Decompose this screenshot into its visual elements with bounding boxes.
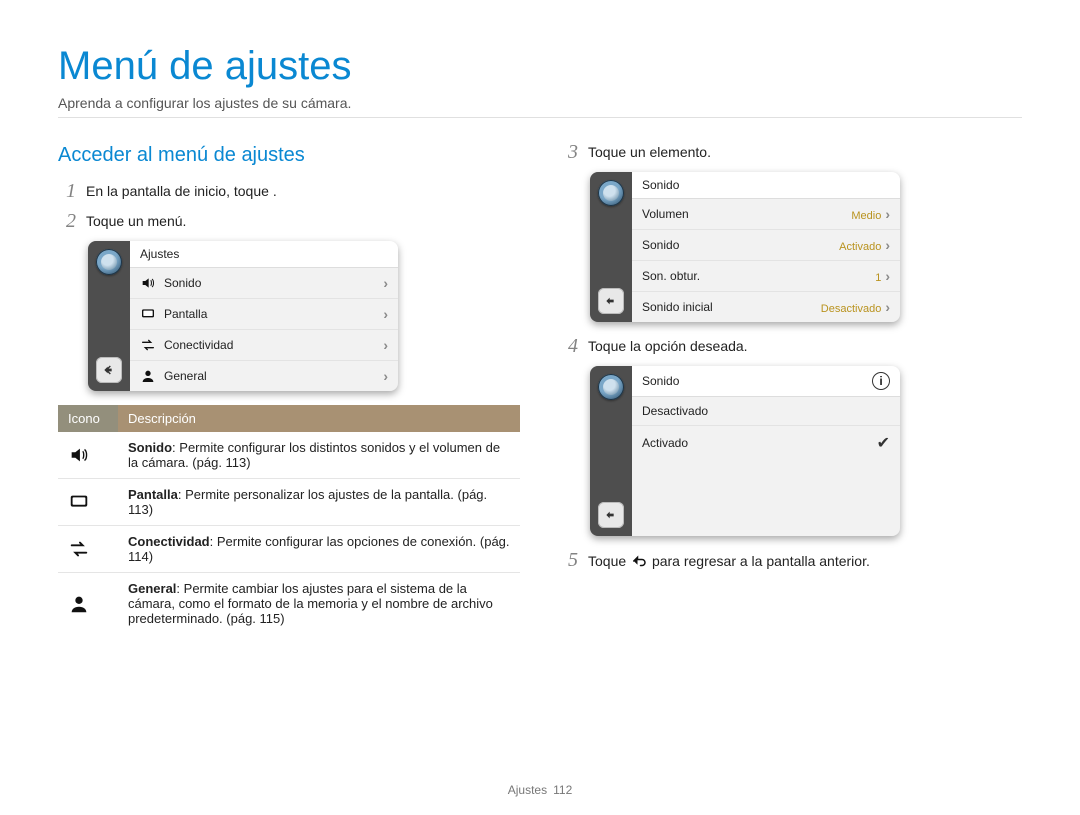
chevron-right-icon: › [885,206,890,222]
person-icon [58,573,118,635]
return-icon [630,552,648,573]
step-1-text: En la pantalla de inicio, toque [86,183,273,199]
gear-icon [96,249,122,275]
step-number: 5 [560,550,578,570]
menu-label: Volumen [642,207,689,221]
step-number: 1 [58,181,76,201]
screen-icon [58,479,118,526]
step-number: 2 [58,211,76,231]
menu-row-volumen[interactable]: Volumen Medio› [632,199,900,230]
table-desc: Sonido: Permite configurar los distintos… [118,432,520,479]
page-title: Menú de ajustes [58,44,1022,89]
chevron-right-icon: › [383,275,388,291]
option-desactivado[interactable]: Desactivado [632,397,900,426]
step-3: 3 Toque un elemento. [560,142,1022,162]
chevron-right-icon: › [383,306,388,322]
sound-icon [58,432,118,479]
table-desc: Conectividad: Permite configurar las opc… [118,526,520,573]
table-desc: General: Permite cambiar los ajustes par… [118,573,520,635]
chevron-right-icon: › [885,299,890,315]
option-activado[interactable]: Activado ✔ [632,426,900,460]
screen-header: Sonido [642,374,679,388]
person-icon [140,368,156,384]
menu-label: General [164,369,207,383]
table-row: Sonido: Permite configurar los distintos… [58,432,520,479]
step-5-before: Toque [588,553,630,569]
table-header-icono: Icono [58,405,118,432]
chevron-right-icon: › [885,237,890,253]
step-4-text: Toque la opción deseada. [588,336,748,354]
step-4: 4 Toque la opción deseada. [560,336,1022,356]
step-5-after: para regresar a la pantalla anterior. [652,553,870,569]
chevron-right-icon: › [383,337,388,353]
connectivity-icon [140,337,156,353]
icon-description-table: Icono Descripción Sonido: Permite config… [58,405,520,634]
step-number: 3 [560,142,578,162]
camera-screen-settings: Ajustes Sonido › Pantalla › [88,241,398,391]
page-subtitle: Aprenda a configurar los ajustes de su c… [58,95,1022,118]
step-1: 1 En la pantalla de inicio, toque . [58,181,520,201]
check-icon: ✔ [877,433,890,453]
menu-row-sonido[interactable]: Sonido › [130,268,398,299]
table-row: General: Permite cambiar los ajustes par… [58,573,520,635]
gear-icon [598,180,624,206]
menu-row-son-obtur[interactable]: Son. obtur. 1› [632,261,900,292]
menu-label: Conectividad [164,338,233,352]
page-footer: Ajustes112 [0,783,1080,797]
chevron-right-icon: › [383,368,388,384]
info-icon[interactable]: i [872,372,890,390]
step-5: 5 Toque para regresar a la pantalla ante… [560,550,1022,573]
menu-row-conectividad[interactable]: Conectividad › [130,330,398,361]
menu-label: Sonido [642,238,679,252]
sound-icon [140,275,156,291]
menu-row-sonido-inicial[interactable]: Sonido inicial Desactivado› [632,292,900,322]
back-icon[interactable] [96,357,122,383]
step-1-after: . [273,183,277,199]
menu-label: Sonido [164,276,201,290]
step-number: 4 [560,336,578,356]
table-row: Conectividad: Permite configurar las opc… [58,526,520,573]
connectivity-icon [58,526,118,573]
back-icon[interactable] [598,502,624,528]
screen-icon [140,306,156,322]
menu-label: Son. obtur. [642,269,700,283]
camera-screen-sonido: Sonido Volumen Medio› Sonido Activado› S… [590,172,900,322]
menu-row-general[interactable]: General › [130,361,398,391]
menu-label: Sonido inicial [642,300,713,314]
section-heading: Acceder al menú de ajustes [58,144,520,167]
back-icon[interactable] [598,288,624,314]
screen-header: Sonido [632,172,900,199]
camera-screen-option: Sonido i Desactivado Activado ✔ [590,366,900,536]
screen-header: Ajustes [130,241,398,268]
menu-row-sonido[interactable]: Sonido Activado› [632,230,900,261]
option-label: Activado [642,436,688,450]
step-3-text: Toque un elemento. [588,142,711,160]
option-label: Desactivado [642,404,708,418]
step-2-text: Toque un menú. [86,211,186,229]
gear-icon [598,374,624,400]
table-row: Pantalla: Permite personalizar los ajust… [58,479,520,526]
menu-label: Pantalla [164,307,207,321]
menu-row-pantalla[interactable]: Pantalla › [130,299,398,330]
table-desc: Pantalla: Permite personalizar los ajust… [118,479,520,526]
table-header-desc: Descripción [118,405,520,432]
chevron-right-icon: › [885,268,890,284]
step-2: 2 Toque un menú. [58,211,520,231]
